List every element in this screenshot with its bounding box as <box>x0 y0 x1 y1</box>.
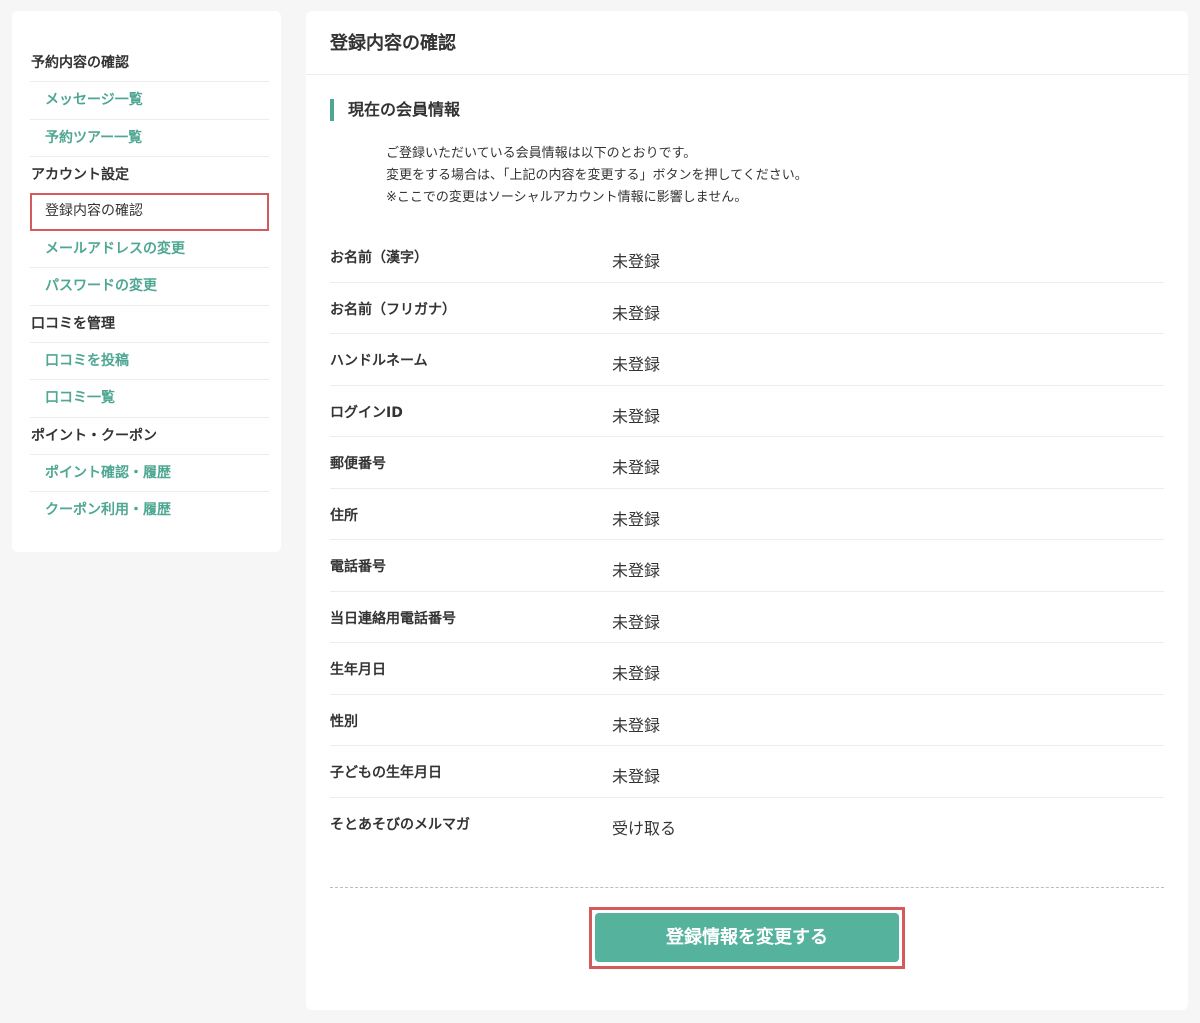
intro-line: 変更をする場合は、「上記の内容を変更する」ボタンを押してください。 <box>386 168 808 183</box>
change-registration-button[interactable]: 登録情報を変更する <box>595 913 899 962</box>
dashed-divider <box>330 887 1164 888</box>
sidebar-item-review-list[interactable]: 口コミ一覧 <box>30 380 269 418</box>
row-value: 未登録 <box>612 767 661 786</box>
row-label: お名前（フリガナ） <box>330 301 456 318</box>
row-value: 未登録 <box>612 458 661 477</box>
sidebar-item-reserved-tours[interactable]: 予約ツアー一覧 <box>30 120 269 157</box>
row-label: ハンドルネーム <box>330 353 428 369</box>
info-row: 郵便番号 未登録 <box>330 437 1164 489</box>
row-value: 未登録 <box>612 303 661 323</box>
intro-line: ご登録いただいている会員情報は以下のとおりです。 <box>386 146 697 161</box>
sidebar-item-change-email[interactable]: メールアドレスの変更 <box>30 231 269 269</box>
row-label: そとあそびのメルマガ <box>330 816 470 833</box>
info-row: ハンドルネーム 未登録 <box>330 334 1164 386</box>
row-value: 未登録 <box>612 252 661 271</box>
sidebar-item-points-history[interactable]: ポイント確認・履歴 <box>30 455 269 493</box>
info-row: ログインID 未登録 <box>330 386 1164 437</box>
main-panel: 登録内容の確認 現在の会員情報 ご登録いただいている会員情報は以下のとおりです。… <box>306 11 1188 1010</box>
page-title: 登録内容の確認 <box>306 11 1188 75</box>
info-row: お名前（フリガナ） 未登録 <box>330 283 1164 334</box>
section-title: 現在の会員情報 <box>330 99 460 121</box>
row-label: 電話番号 <box>330 559 386 575</box>
sidebar-heading-points-coupons: ポイント・クーポン <box>30 418 269 455</box>
sidebar-item-post-review[interactable]: 口コミを投稿 <box>30 343 269 381</box>
row-label: 住所 <box>330 507 358 524</box>
sidebar-heading-reservations: 予約内容の確認 <box>30 45 269 83</box>
row-label: 性別 <box>330 713 358 730</box>
sidebar-heading-reviews: 口コミを管理 <box>30 306 269 344</box>
sidebar: 予約内容の確認 メッセージ一覧 予約ツアー一覧 アカウント設定 登録内容の確認 … <box>12 11 281 552</box>
info-row: 生年月日 未登録 <box>330 643 1164 695</box>
row-value: 未登録 <box>612 715 661 735</box>
intro-line: ※ここでの変更はソーシャルアカウント情報に影響しません。 <box>386 190 748 205</box>
info-row: 子どもの生年月日 未登録 <box>330 746 1164 798</box>
sidebar-item-change-password[interactable]: パスワードの変更 <box>30 268 269 306</box>
intro-text: ご登録いただいている会員情報は以下のとおりです。 変更をする場合は、「上記の内容… <box>386 143 808 209</box>
sidebar-item-coupon-history[interactable]: クーポン利用・履歴 <box>30 492 269 529</box>
row-label: ログインID <box>330 404 403 421</box>
info-row: そとあそびのメルマガ 受け取る <box>330 798 1164 850</box>
sidebar-item-messages[interactable]: メッセージ一覧 <box>30 82 269 120</box>
row-value: 未登録 <box>612 355 661 374</box>
info-row: お名前（漢字） 未登録 <box>330 231 1164 283</box>
info-row: 性別 未登録 <box>330 695 1164 746</box>
row-value: 受け取る <box>612 818 677 838</box>
row-value: 未登録 <box>612 561 661 580</box>
row-value: 未登録 <box>612 406 661 426</box>
info-row: 当日連絡用電話番号 未登録 <box>330 592 1164 643</box>
row-label: 子どもの生年月日 <box>330 765 442 781</box>
sidebar-heading-account: アカウント設定 <box>30 157 269 195</box>
info-row: 電話番号 未登録 <box>330 540 1164 592</box>
row-label: 郵便番号 <box>330 456 386 472</box>
row-value: 未登録 <box>612 612 661 632</box>
member-info-table: お名前（漢字） 未登録 お名前（フリガナ） 未登録 ハンドルネーム 未登録 ログインI… <box>330 231 1164 849</box>
row-value: 未登録 <box>612 509 661 529</box>
sidebar-item-registration-info[interactable]: 登録内容の確認 <box>30 193 269 232</box>
row-label: 当日連絡用電話番号 <box>330 610 456 627</box>
info-row: 住所 未登録 <box>330 489 1164 540</box>
row-value: 未登録 <box>612 664 661 683</box>
row-label: 生年月日 <box>330 662 386 678</box>
row-label: お名前（漢字） <box>330 250 428 266</box>
